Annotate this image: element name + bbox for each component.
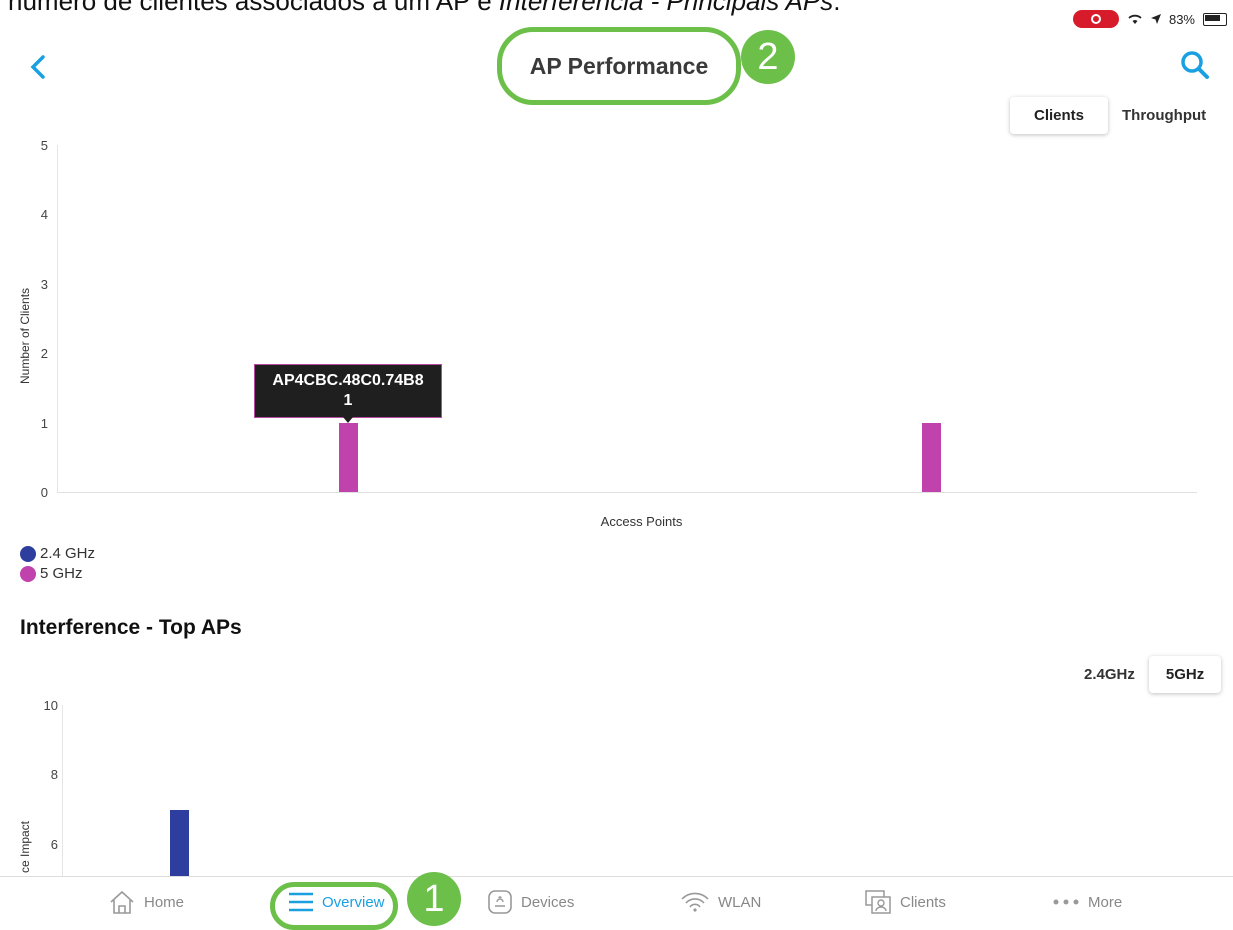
- tab-wlan[interactable]: WLAN: [680, 877, 761, 927]
- tooltip-ap-name: AP4CBC.48C0.74B8: [272, 372, 424, 389]
- step-badge-1: 1: [407, 872, 461, 926]
- bar-tooltip: AP4CBC.48C0.74B8 1: [254, 364, 442, 418]
- legend-dot-24ghz: [20, 545, 36, 562]
- page-title: AP Performance: [529, 52, 709, 79]
- toggle-24ghz[interactable]: 2.4GHz: [1070, 656, 1149, 693]
- caption-text: número de clientes associados a um AP e …: [8, 0, 841, 16]
- toggle-clients[interactable]: Clients: [1010, 97, 1109, 134]
- clients-icon: [865, 890, 891, 914]
- tab-clients[interactable]: Clients: [864, 877, 946, 927]
- y-axis-label: ce Impact: [18, 820, 32, 873]
- y-axis-line: [57, 145, 58, 493]
- legend-item-5ghz[interactable]: 5 GHz: [20, 565, 95, 582]
- chevron-left-icon: [30, 55, 45, 79]
- devices-icon: [488, 890, 512, 914]
- overview-highlight: [270, 882, 398, 930]
- y-tick-10: 10: [43, 698, 58, 713]
- y-axis-label: Number of Clients: [18, 287, 32, 384]
- y-tick-5: 5: [40, 138, 48, 153]
- band-toggle: 2.4GHz 5GHz: [1070, 656, 1222, 693]
- x-axis-label: Access Points: [600, 514, 683, 529]
- y-tick-6: 6: [50, 837, 58, 852]
- toggle-throughput[interactable]: Throughput: [1108, 97, 1220, 134]
- home-icon: [110, 890, 134, 914]
- battery-icon: [1203, 12, 1227, 26]
- tab-home[interactable]: Home: [108, 877, 184, 927]
- y-tick-4: 4: [40, 207, 48, 222]
- toggle-5ghz[interactable]: 5GHz: [1148, 656, 1222, 693]
- chart-legend: 2.4 GHz 5 GHz: [20, 545, 95, 582]
- bar-5ghz-ap1[interactable]: [339, 422, 358, 492]
- step-badge-2: 2: [741, 30, 795, 84]
- metric-toggle: Clients Throughput: [1010, 97, 1220, 134]
- tooltip-pointer: [343, 417, 353, 423]
- bar-interference-ap1[interactable]: [170, 810, 189, 876]
- search-icon: [1181, 51, 1209, 79]
- clients-chart: 5 4 3 2 1 0 Number of Clients Access Poi…: [0, 130, 1233, 540]
- legend-item-24ghz[interactable]: 2.4 GHz: [20, 545, 95, 562]
- interference-title: Interference - Top APs: [20, 616, 242, 639]
- y-tick-0: 0: [40, 485, 48, 500]
- y-axis-line: [62, 705, 63, 876]
- wifi-icon: [681, 892, 709, 912]
- location-icon: [1150, 14, 1161, 24]
- tab-devices[interactable]: Devices: [487, 877, 574, 927]
- y-tick-8: 8: [50, 767, 58, 782]
- tooltip-value: 1: [343, 392, 353, 409]
- y-tick-1: 1: [40, 416, 48, 431]
- legend-dot-5ghz: [20, 565, 36, 582]
- title-highlight: AP Performance: [497, 27, 741, 105]
- search-button[interactable]: [1180, 50, 1210, 85]
- bottom-tab-bar: Home Overview Devices WLAN Clients More: [0, 876, 1233, 927]
- back-button[interactable]: [30, 50, 46, 86]
- x-axis-line: [57, 492, 1197, 493]
- screen-record-icon: [1072, 10, 1119, 28]
- tab-more[interactable]: More: [1052, 877, 1122, 927]
- bar-5ghz-ap2[interactable]: [922, 422, 941, 492]
- status-bar: 83%: [1072, 10, 1227, 28]
- interference-chart: 10 8 6 ce Impact: [0, 690, 1233, 876]
- battery-percent: 83%: [1168, 11, 1195, 27]
- more-icon: [1053, 899, 1079, 905]
- wifi-status-icon: [1128, 14, 1142, 24]
